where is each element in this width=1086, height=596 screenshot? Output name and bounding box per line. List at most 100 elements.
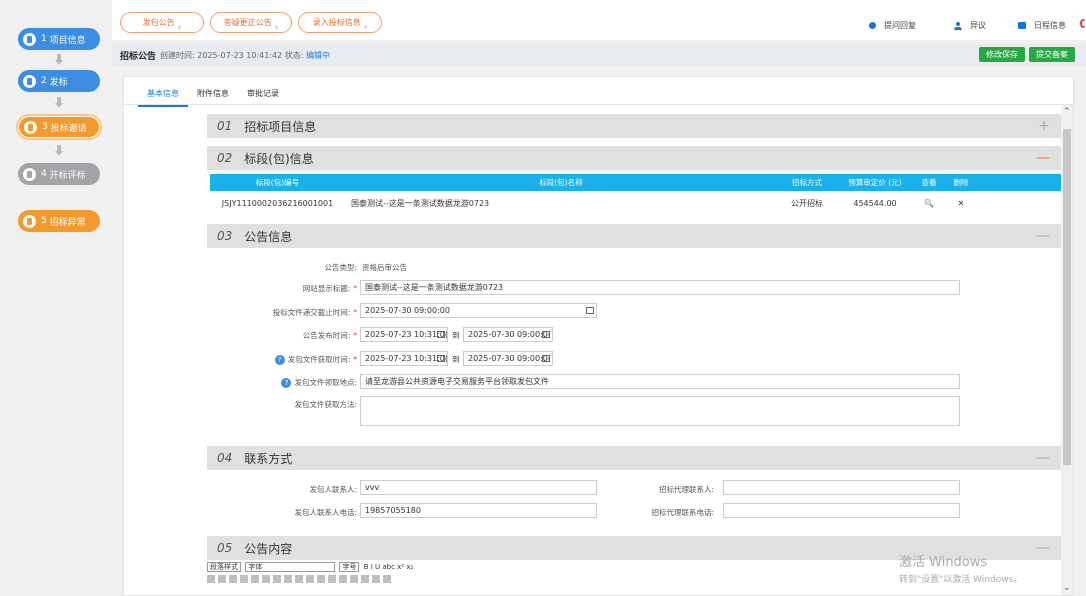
agent-contact-input[interactable] [723, 480, 960, 495]
calendar-icon[interactable] [437, 331, 445, 338]
section-notice-info[interactable]: 03 公告信息 — [207, 224, 1062, 248]
publish-notice-button[interactable]: 发包公告 x [120, 12, 204, 33]
obtain-from-input[interactable]: 2025-07-23 10:31:0( [360, 351, 448, 366]
collapse-icon[interactable]: — [1036, 150, 1050, 166]
list-icon[interactable] [295, 575, 303, 583]
step-label: 发标 [49, 77, 68, 88]
submit-button[interactable]: 提交备案 [1029, 47, 1075, 62]
required-icon: * [353, 284, 357, 293]
close-icon[interactable]: x [364, 24, 368, 31]
state-label: 状态: [284, 50, 304, 60]
section-title: 公告内容 [244, 541, 293, 556]
paste-text-icon[interactable] [240, 575, 248, 583]
bullet-icon[interactable] [306, 575, 314, 583]
scroll-up-icon[interactable]: ⌃ [1063, 107, 1071, 117]
table-icon[interactable] [339, 575, 347, 583]
owner-contact-input[interactable]: vvv [360, 480, 597, 495]
qa-reply-link[interactable]: 提问回复 [869, 20, 916, 31]
doc-icon [23, 32, 36, 46]
format-buttons[interactable]: B I U abc x² x₂ [364, 563, 414, 571]
search-icon[interactable]: 🔍 [913, 199, 945, 208]
section-title: 联系方式 [244, 451, 293, 466]
obtain-method-textarea[interactable] [360, 396, 960, 426]
link-label: 日程信息 [1034, 21, 1066, 30]
step-exception[interactable]: 5 招标异常 [18, 210, 100, 232]
delete-icon[interactable]: ✕ [945, 199, 977, 208]
objection-link[interactable]: 异议 [954, 20, 986, 31]
calendar-icon[interactable] [437, 355, 445, 362]
undo-icon[interactable] [273, 575, 281, 583]
section-contact[interactable]: 04 联系方式 — [207, 446, 1062, 470]
step-open-eval[interactable]: 4 开标评标 [18, 163, 100, 185]
size-select[interactable]: 字号 [339, 562, 360, 572]
created-label: 创建时间: [160, 50, 195, 60]
owner-contact-label: 发包人联系人: [309, 485, 357, 494]
help-icon[interactable]: ? [274, 355, 285, 365]
outdent-icon[interactable] [328, 575, 336, 583]
scrollbar[interactable]: ⌃ ⌄ [1061, 105, 1073, 595]
section-lot-info[interactable]: 02 标段(包)信息 — [207, 146, 1062, 170]
help-icon[interactable]: ? [281, 378, 292, 388]
step-bid-invite[interactable]: 3 投标邀请 [18, 116, 100, 138]
tab-divider [124, 104, 1073, 105]
label-text: 公告发布时间: [302, 331, 351, 340]
para-style-select[interactable]: 段落样式 [207, 562, 241, 572]
obtain-time-label: ? 发包文件获取时间: * [264, 354, 357, 365]
collapse-icon[interactable]: — [1036, 228, 1050, 244]
save-button[interactable]: 修改保存 [979, 47, 1025, 62]
required-icon: * [353, 331, 357, 340]
calendar-icon[interactable] [586, 307, 594, 314]
indent-icon[interactable] [317, 575, 325, 583]
copy-icon[interactable] [218, 575, 226, 583]
publish-from-input[interactable]: 2025-07-23 10:31:0( [360, 327, 448, 342]
cut-icon[interactable] [207, 575, 215, 583]
input-value: 2025-07-23 10:31:0( [365, 354, 448, 363]
site-title-input[interactable]: 国泰测试--这是一条测试数据龙游0723 [360, 280, 960, 295]
preview-icon[interactable] [383, 575, 391, 583]
link-icon[interactable] [361, 575, 369, 583]
col-view: 查看 [921, 178, 937, 187]
power-icon[interactable] [1080, 19, 1086, 28]
doc-icon [23, 74, 36, 88]
obtain-to-input[interactable]: 2025-07-30 09:00:0( [463, 351, 553, 366]
expand-icon[interactable]: + [1038, 118, 1050, 134]
flash-icon[interactable] [372, 575, 380, 583]
qa-notice-button[interactable]: 答疑更正公告 x [210, 12, 292, 33]
find-icon[interactable] [251, 575, 259, 583]
agent-phone-input[interactable] [723, 503, 960, 518]
col-code: 标段(包)编号 [255, 178, 300, 187]
range-to: 到 [452, 355, 460, 364]
scroll-thumb[interactable] [1063, 129, 1071, 465]
section-title: 公告信息 [244, 229, 293, 244]
created-time: 2025-07-23 10:41:42 [197, 50, 283, 60]
status-badge: 编辑中 [306, 50, 331, 60]
section-num: 03 [217, 229, 233, 243]
close-icon[interactable]: x [178, 24, 182, 31]
calendar-icon[interactable] [542, 355, 550, 362]
image-icon[interactable] [350, 575, 358, 583]
doc-icon [24, 120, 37, 134]
paste-icon[interactable] [229, 575, 237, 583]
enter-bid-info-button[interactable]: 录入投标信息 x [298, 12, 382, 33]
step-project-info[interactable]: 1 项目信息 [18, 28, 100, 50]
font-select[interactable]: 字体 [245, 562, 336, 572]
deadline-input[interactable]: 2025-07-30 09:00:00 [360, 303, 597, 318]
collapse-icon[interactable]: — [1036, 540, 1050, 556]
obtain-place-input[interactable]: 请至龙游县公共资源电子交易服务平台领取发包文件 [360, 374, 960, 389]
collapse-icon[interactable]: — [1036, 450, 1050, 466]
scroll-down-icon[interactable]: ⌄ [1063, 583, 1071, 593]
section-project-info[interactable]: 01 招标项目信息 + [207, 114, 1062, 138]
close-icon[interactable]: x [275, 24, 279, 31]
owner-phone-input[interactable]: 19857055180 [360, 503, 597, 518]
deadline-label: 投标文件递交截止时间: * [234, 307, 357, 318]
publish-to-input[interactable]: 2025-07-30 09:00:0( [463, 327, 553, 342]
editor-icon-row [207, 575, 647, 583]
calendar-icon[interactable] [542, 331, 550, 338]
remove-icon[interactable] [262, 575, 270, 583]
input-value: 2025-07-30 09:00:0( [468, 330, 551, 339]
step-publish[interactable]: 2 发标 [18, 70, 100, 92]
section-num: 05 [217, 541, 233, 555]
redo-icon[interactable] [284, 575, 292, 583]
down-arrow-icon [55, 145, 63, 157]
schedule-link[interactable]: 日程信息 [1018, 20, 1066, 31]
